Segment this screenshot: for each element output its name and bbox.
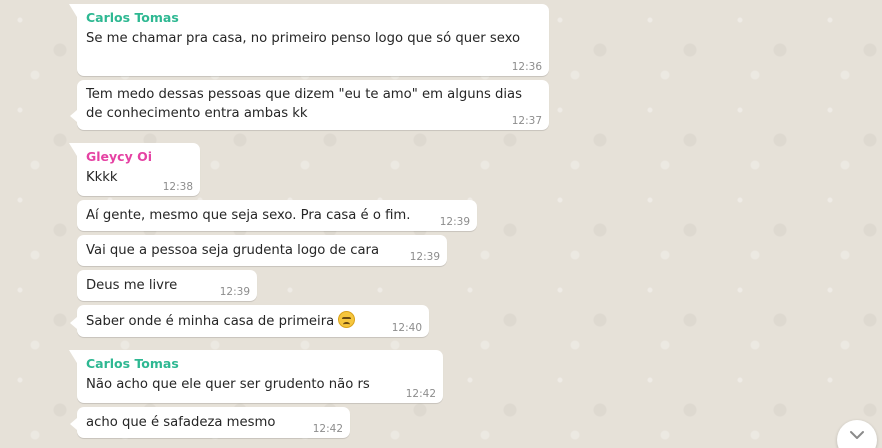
message-text: Saber onde é minha casa de primeira (86, 311, 420, 331)
chat-panel: Carlos Tomas Se me chamar pra casa, no p… (0, 0, 882, 448)
message-time: 12:38 (162, 181, 193, 193)
message-text: Aí gente, mesmo que seja sexo. Pra casa … (86, 208, 411, 223)
message-time: 12:42 (312, 423, 343, 435)
message-time: 12:39 (219, 286, 250, 298)
persevering-face-emoji (338, 311, 356, 328)
message-time: 12:39 (409, 251, 440, 263)
message-time: 12:39 (439, 216, 470, 228)
message-bubble[interactable]: acho que é safadeza mesmo 12:42 (70, 407, 350, 438)
message-text: Vai que a pessoa seja grudenta logo de c… (86, 243, 380, 258)
message-time: 12:36 (511, 61, 542, 73)
message-text-content: Saber onde é minha casa de primeira (86, 314, 335, 329)
message-sender[interactable]: Carlos Tomas (86, 10, 540, 26)
message-bubble[interactable]: Gleycy Oi Kkkk 12:38 (69, 143, 200, 196)
message-text: Tem medo dessas pessoas que dizem "eu te… (86, 87, 527, 121)
message-time: 12:37 (511, 115, 542, 127)
message-time: 12:40 (391, 322, 422, 334)
message-bubble[interactable]: Vai que a pessoa seja grudenta logo de c… (77, 235, 447, 266)
message-time: 12:42 (405, 388, 436, 400)
message-bubble[interactable]: Saber onde é minha casa de primeira 12:4… (70, 305, 429, 337)
chevron-down-icon (850, 431, 864, 439)
message-sender[interactable]: Gleycy Oi (86, 149, 191, 165)
scroll-down-button[interactable] (837, 420, 877, 448)
message-text: Não acho que ele quer ser grudento não r… (86, 377, 370, 392)
message-bubble[interactable]: Deus me livre 12:39 (77, 270, 257, 301)
message-text: Se me chamar pra casa, no primeiro penso… (86, 31, 521, 46)
message-bubble[interactable]: Aí gente, mesmo que seja sexo. Pra casa … (77, 200, 477, 231)
message-bubble[interactable]: Carlos Tomas Se me chamar pra casa, no p… (69, 4, 549, 76)
message-bubble[interactable]: Carlos Tomas Não acho que ele quer ser g… (69, 350, 443, 403)
message-bubble[interactable]: Tem medo dessas pessoas que dizem "eu te… (70, 80, 549, 130)
message-sender[interactable]: Carlos Tomas (86, 356, 434, 372)
message-text: acho que é safadeza mesmo (86, 415, 276, 430)
